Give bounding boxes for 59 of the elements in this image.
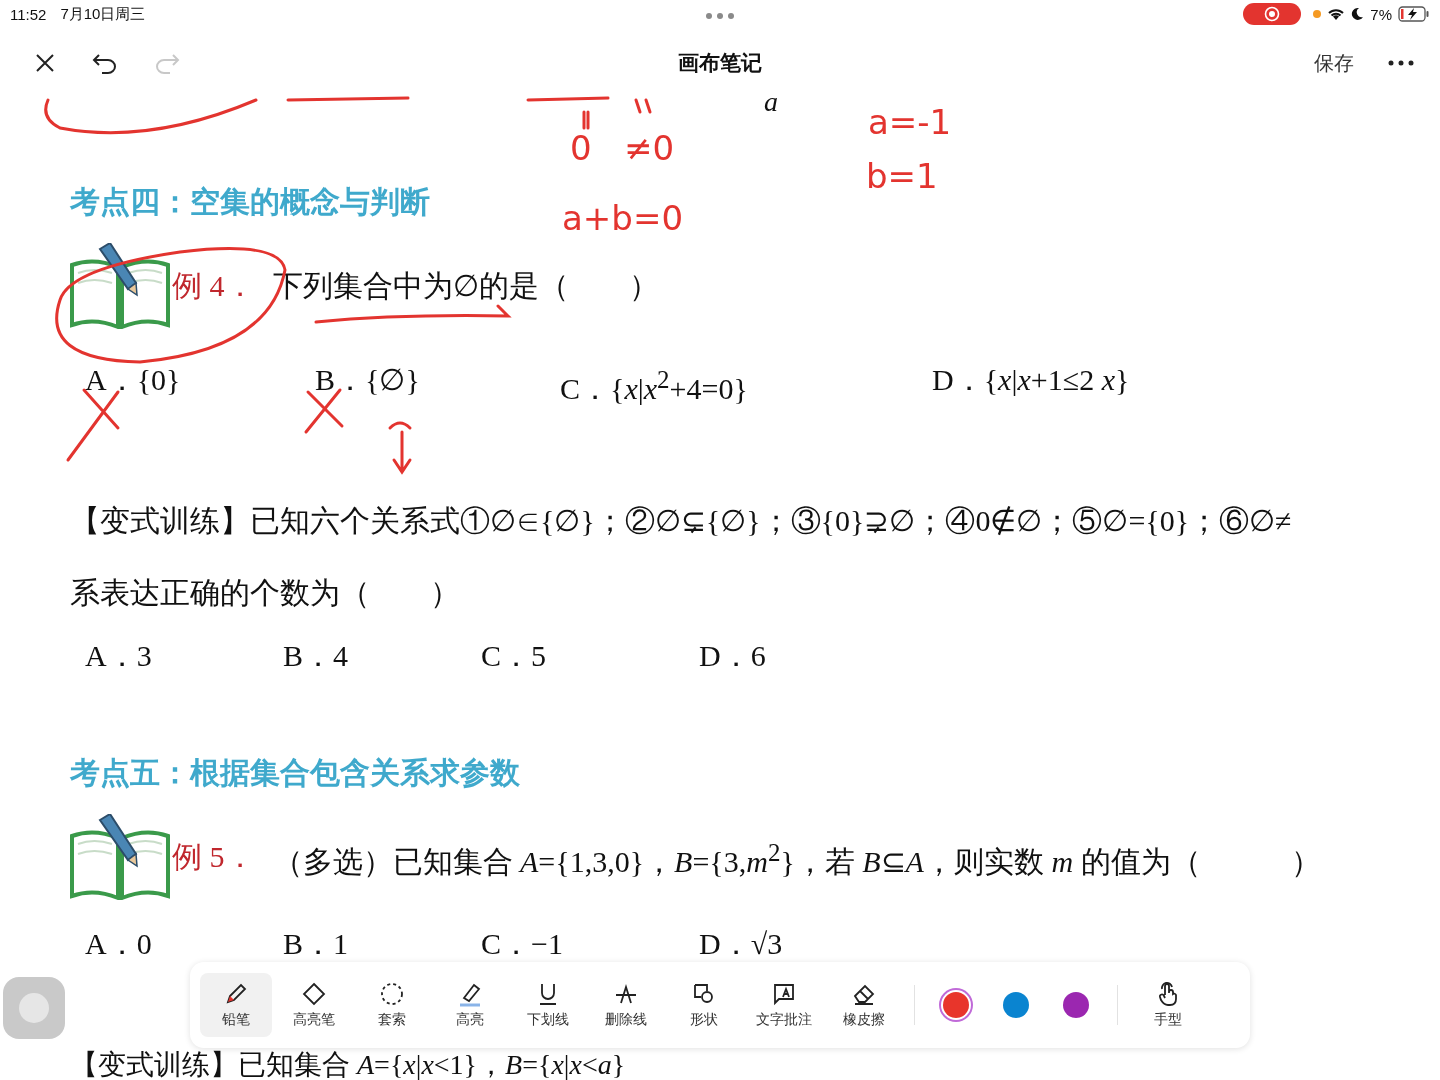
- example-label: 例 5．: [172, 839, 255, 875]
- tool-button[interactable]: 橡皮擦: [828, 973, 900, 1037]
- answer-option: C．5: [481, 634, 699, 678]
- answer-option: A．3: [85, 634, 283, 678]
- answer-option: B．{∅}: [315, 358, 560, 411]
- question-text: 系表达正确的个数为（ ）: [70, 575, 460, 611]
- recording-indicator[interactable]: [1243, 3, 1302, 25]
- tool-button[interactable]: 形状: [668, 973, 740, 1037]
- answer-option: B．1: [283, 922, 481, 966]
- answer-option: A．{0}: [85, 358, 315, 411]
- status-time: 11:52: [10, 5, 47, 23]
- book-pencil-icon: [70, 243, 170, 329]
- handwritten-note: b=1: [866, 156, 938, 196]
- handwritten-note: ≠0: [624, 128, 675, 168]
- example-label: 例 4．: [172, 268, 255, 304]
- tool-button[interactable]: 高亮笔: [278, 973, 350, 1037]
- undo-icon[interactable]: [92, 52, 118, 74]
- answer-option: D．√3: [699, 922, 1440, 966]
- answer-option: C．{x|x$^{2}$+4=0}: [560, 358, 932, 411]
- more-icon[interactable]: [1388, 60, 1414, 66]
- question-text: 【变式训练】已知六个关系式①∅∈{∅}；②∅⊊{∅}；③{0}⊋∅；④0∉∅；⑤∅={0}；⑥∅≠: [70, 503, 1292, 539]
- privacy-indicator-dot: [1313, 10, 1322, 18]
- note-title: 画布笔记: [678, 50, 762, 76]
- color-swatch[interactable]: [1003, 992, 1029, 1018]
- status-date: 7月10日周三: [60, 4, 146, 24]
- tool-button[interactable]: 套索: [356, 973, 428, 1037]
- battery-charging-icon: [1398, 6, 1430, 22]
- answer-option: D．6: [699, 634, 1440, 678]
- answer-option: B．4: [283, 634, 481, 678]
- tool-button[interactable]: 删除线: [590, 973, 662, 1037]
- lasso-icon: [379, 981, 405, 1007]
- book-pencil-icon: [70, 814, 170, 900]
- save-button[interactable]: 保存: [1314, 49, 1354, 77]
- wifi-icon: [1327, 7, 1346, 21]
- question-text: 【变式训练】已知集合 A={x|x<1}，B={x|x<a}: [70, 1052, 626, 1078]
- handwritten-note: 0: [570, 128, 592, 168]
- section-heading: 考点四：空集的概念与判断: [70, 184, 430, 220]
- close-icon[interactable]: [34, 52, 56, 74]
- highlighter-icon: [457, 981, 483, 1007]
- answer-option: C．−1: [481, 922, 699, 966]
- diamond-icon: [301, 981, 327, 1007]
- multitask-dots-icon[interactable]: [705, 12, 735, 20]
- question-text: （多选）已知集合 A={1,3,0}，B={3,m$^{2}$}，若 B⊆A，则实数 m 的值为（ ）: [272, 837, 1321, 880]
- color-swatch[interactable]: [943, 992, 969, 1018]
- handwritten-note: a=-1: [868, 102, 952, 142]
- battery-percent: 7%: [1370, 5, 1392, 23]
- tool-button[interactable]: 文字批注: [746, 973, 822, 1037]
- answer-option: A．0: [85, 922, 283, 966]
- tool-button[interactable]: 高亮: [434, 973, 506, 1037]
- answer-option: D．{x|x+1≤2 x}: [932, 358, 1440, 411]
- moon-icon: [1351, 7, 1365, 21]
- text-note-icon: [771, 981, 797, 1007]
- handwritten-note: a+b=0: [562, 198, 684, 238]
- tool-button[interactable]: 铅笔: [200, 973, 272, 1037]
- hand-tool-button[interactable]: 手型: [1132, 973, 1204, 1037]
- formula-fragment: a: [764, 86, 778, 118]
- color-swatch[interactable]: [1063, 992, 1089, 1018]
- tool-button[interactable]: 下划线: [512, 973, 584, 1037]
- section-heading: 考点五：根据集合包含关系求参数: [70, 755, 520, 791]
